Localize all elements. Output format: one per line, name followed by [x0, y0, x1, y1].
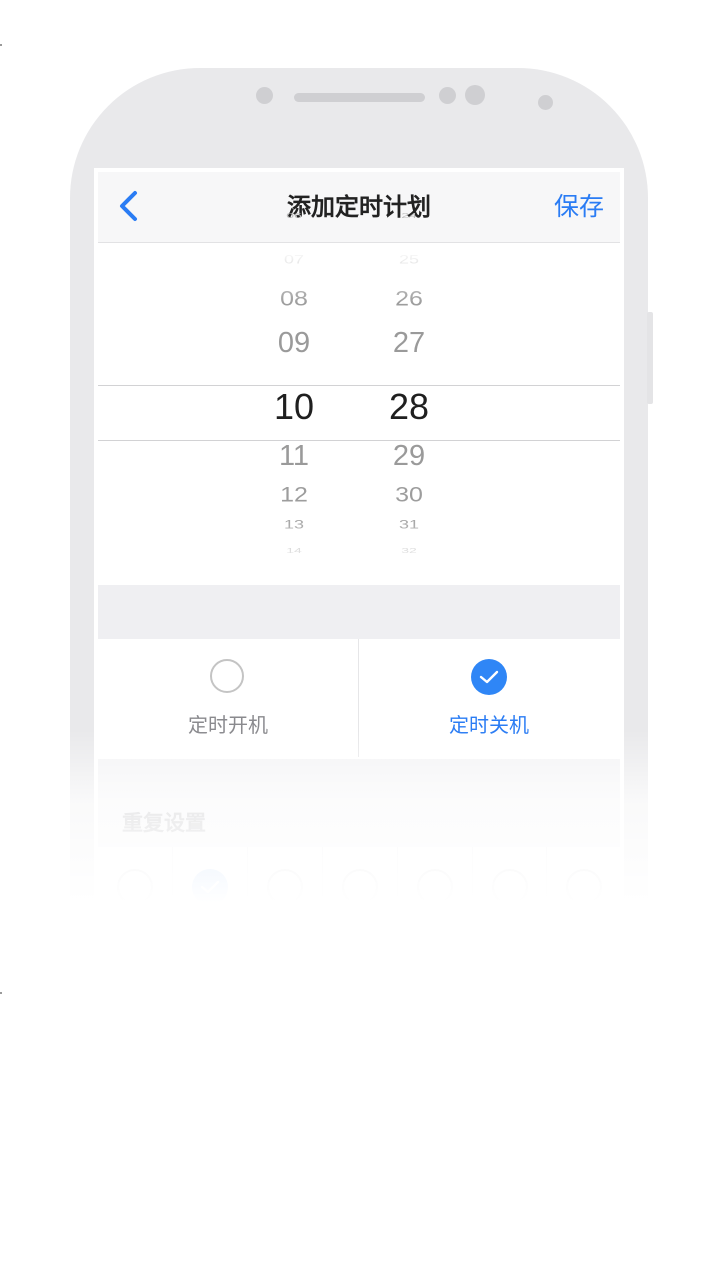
picker-fade-top: [98, 243, 620, 303]
repeat-title: 重复设置: [122, 811, 206, 835]
hour-option-selected[interactable]: 10: [254, 386, 334, 428]
weekday-toggle[interactable]: [398, 847, 472, 957]
phone-side-button: [647, 312, 653, 404]
picker-selection-bottom: [98, 440, 620, 441]
earpiece-speaker: [294, 93, 425, 102]
power-on-option[interactable]: 定时开机: [98, 639, 358, 757]
light-sensor: [538, 95, 553, 110]
proximity-sensor: [439, 87, 456, 104]
corner-mark: [0, 992, 2, 994]
power-off-radio[interactable]: [471, 659, 507, 695]
save-button[interactable]: 保存: [554, 172, 604, 242]
front-camera: [465, 85, 485, 105]
minute-option[interactable]: 27: [369, 327, 449, 360]
app-screen: 添加定时计划 保存 06 07 08 09 10 11 12 13 14 24 …: [94, 168, 624, 968]
timer-mode-selector: 定时开机 定时关机: [98, 639, 620, 757]
checkmark-icon: [200, 880, 220, 894]
checkmark-icon: [479, 670, 499, 684]
power-off-option[interactable]: 定时关机: [359, 639, 619, 757]
hour-option[interactable]: 09: [254, 327, 334, 360]
weekday-radio-checked[interactable]: [192, 869, 228, 905]
minute-option[interactable]: 30: [369, 483, 449, 508]
weekday-radio[interactable]: [117, 869, 153, 905]
section-divider: [98, 585, 620, 639]
hour-option[interactable]: 12: [254, 483, 334, 508]
weekday-radio[interactable]: [267, 869, 303, 905]
page-title: 添加定时计划: [287, 193, 431, 221]
hour-option[interactable]: 06: [254, 211, 334, 220]
weekday-toggle[interactable]: [547, 847, 621, 957]
weekday-toggle[interactable]: [98, 847, 172, 957]
weekday-toggle[interactable]: [173, 847, 247, 957]
power-on-radio[interactable]: [210, 659, 244, 693]
power-off-label: 定时关机: [449, 713, 529, 737]
weekday-radio[interactable]: [342, 869, 378, 905]
minute-option-selected[interactable]: 28: [369, 386, 449, 428]
weekday-toggle[interactable]: [248, 847, 322, 957]
picker-fade-bottom: [98, 523, 620, 583]
weekday-selector: [98, 847, 620, 957]
corner-mark: [0, 44, 2, 46]
navigation-bar: 添加定时计划 保存: [98, 172, 620, 243]
weekday-radio[interactable]: [492, 869, 528, 905]
repeat-settings: 重复设置: [98, 759, 620, 968]
time-picker[interactable]: 06 07 08 09 10 11 12 13 14 24 25 26 27 2…: [98, 211, 620, 583]
minute-option[interactable]: 29: [369, 440, 449, 473]
minute-option[interactable]: 24: [369, 211, 449, 220]
hour-option[interactable]: 11: [254, 440, 334, 473]
weekday-toggle[interactable]: [323, 847, 397, 957]
weekday-radio[interactable]: [566, 869, 602, 905]
power-on-label: 定时开机: [188, 713, 268, 737]
picker-selection-top: [98, 385, 620, 386]
weekday-radio[interactable]: [417, 869, 453, 905]
weekday-toggle[interactable]: [473, 847, 547, 957]
front-sensor: [256, 87, 273, 104]
